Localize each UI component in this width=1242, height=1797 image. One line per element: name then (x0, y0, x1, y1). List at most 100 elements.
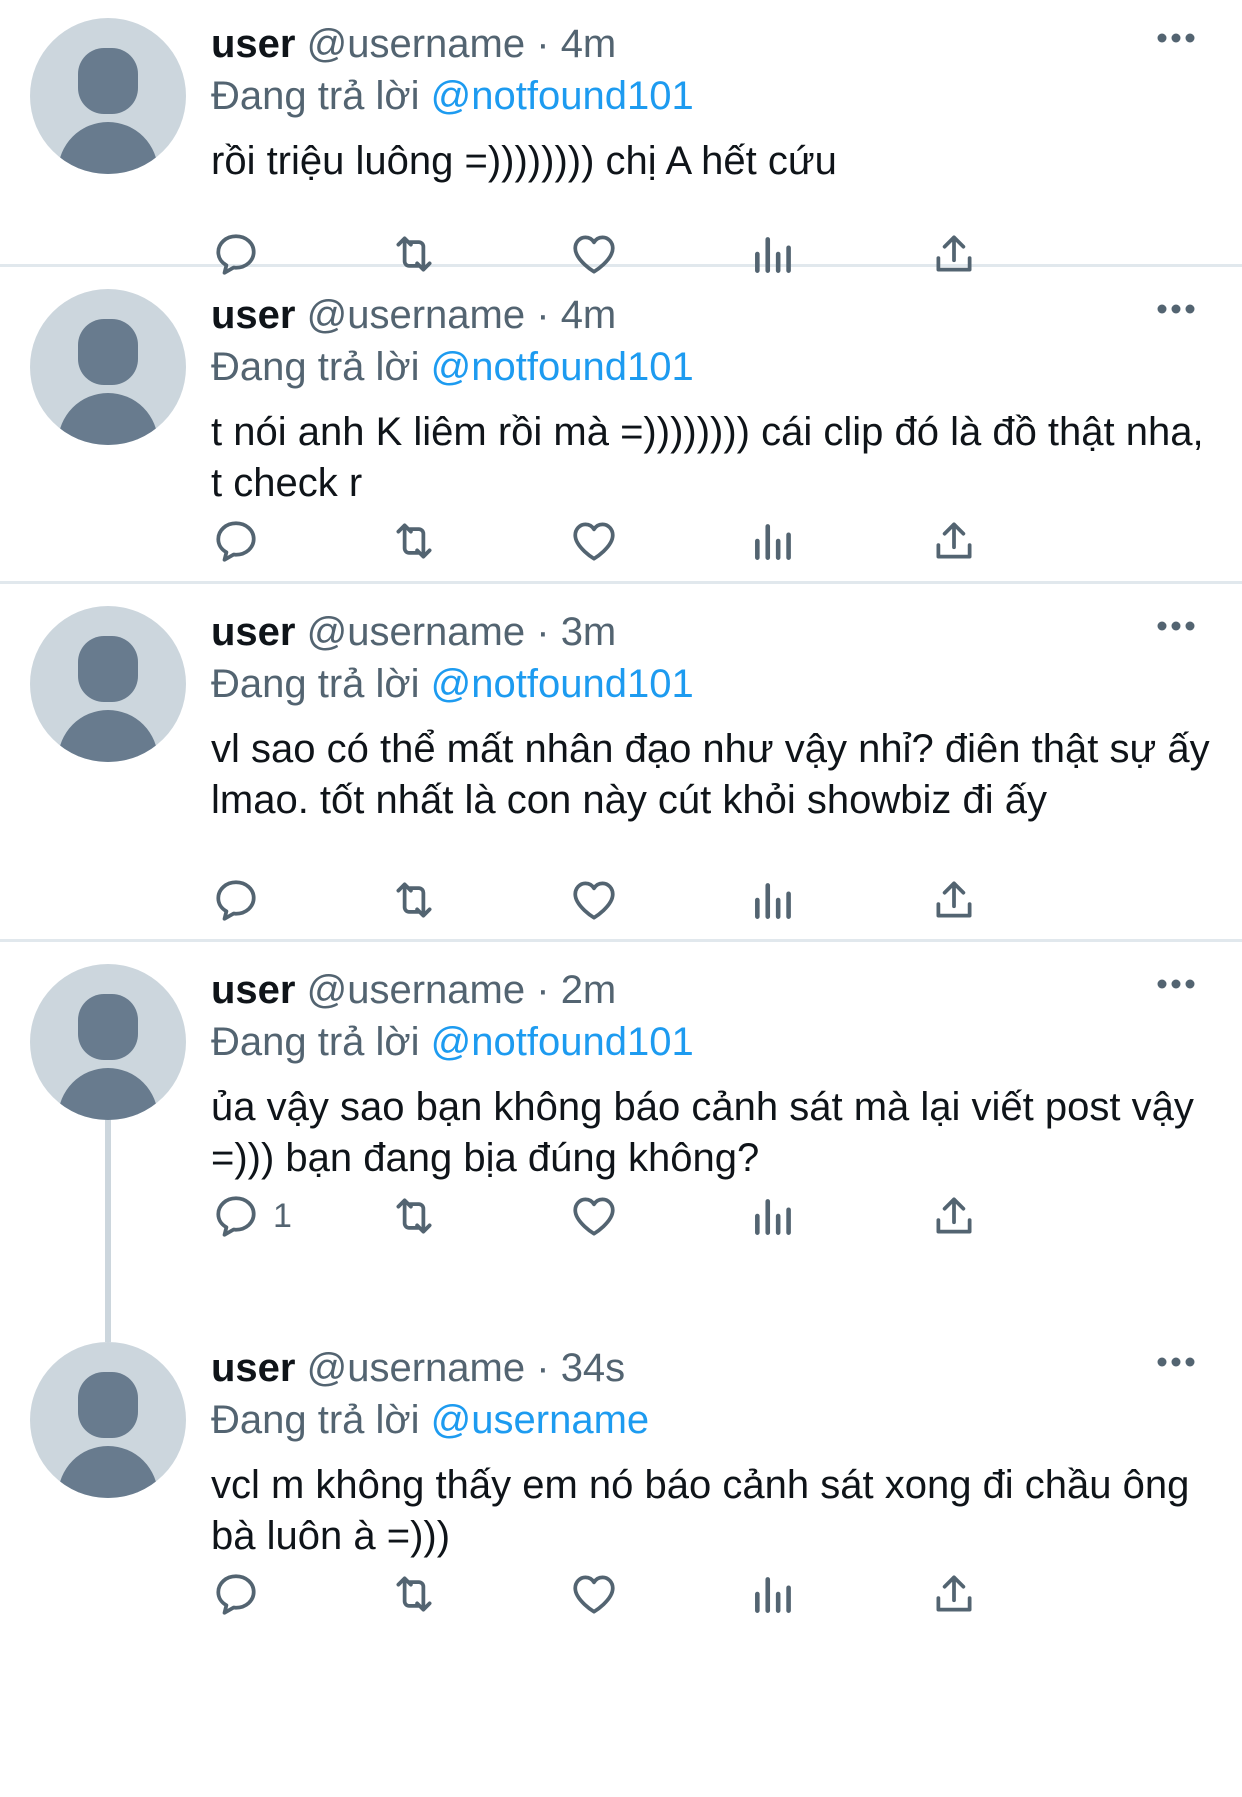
retweet-icon (396, 882, 432, 918)
user-handle[interactable]: @username (307, 610, 525, 654)
replying-to-label: Đang trả lời (211, 74, 420, 118)
display-name[interactable]: user (211, 293, 296, 337)
tweet-text: vcl m không thấy em nó báo cảnh sát xong… (211, 1463, 1190, 1558)
display-name[interactable]: user (211, 610, 296, 654)
share-icon (936, 881, 972, 918)
timestamp[interactable]: 2m (561, 968, 617, 1012)
avatar[interactable] (30, 289, 186, 445)
tweet[interactable]: user @username · 3m Đang trả lời @notfou… (0, 584, 1242, 942)
reply-button[interactable] (211, 513, 273, 569)
share-button[interactable] (929, 513, 979, 569)
user-handle[interactable]: @username (307, 968, 525, 1012)
like-button[interactable] (569, 513, 619, 569)
views-icon (755, 1199, 791, 1235)
avatar[interactable] (30, 606, 186, 762)
mention-link[interactable]: @notfound101 (431, 345, 694, 389)
mention-link[interactable]: @notfound101 (431, 74, 694, 118)
thread-connector (105, 1118, 111, 1320)
more-icon[interactable] (1156, 30, 1196, 46)
like-icon (573, 1197, 615, 1236)
like-button[interactable] (569, 872, 619, 928)
user-handle[interactable]: @username (307, 22, 525, 66)
views-icon (755, 1577, 791, 1613)
retweet-button[interactable] (389, 1566, 439, 1622)
retweet-button[interactable] (389, 872, 439, 928)
replying-to: Đang trả lời @notfound101 (211, 341, 1212, 393)
replying-to: Đang trả lời @notfound101 (211, 70, 1212, 122)
tweet[interactable]: user @username · 4m Đang trả lời @notfou… (0, 267, 1242, 584)
avatar-body (58, 393, 158, 445)
replying-to-label: Đang trả lời (211, 1398, 420, 1442)
avatar[interactable] (30, 964, 186, 1120)
action-bar: 1 (211, 1188, 1131, 1248)
separator-dot: · (536, 1346, 550, 1390)
user-handle[interactable]: @username (307, 293, 525, 337)
replying-to: Đang trả lời @notfound101 (211, 658, 1212, 710)
views-button[interactable] (749, 1188, 799, 1244)
reply-button[interactable] (211, 872, 273, 928)
replying-to: Đang trả lời @notfound101 (211, 1016, 1212, 1068)
replying-to-label: Đang trả lời (211, 345, 420, 389)
reply-button[interactable] (211, 1566, 273, 1622)
tweet-header: user @username · 3m (211, 606, 1212, 658)
avatar-body (58, 1068, 158, 1120)
mention-link[interactable]: @username (431, 1398, 649, 1442)
timestamp[interactable]: 4m (561, 22, 617, 66)
reply-icon (216, 880, 256, 921)
display-name[interactable]: user (211, 1346, 296, 1390)
tweet-text: t nói anh K liêm rồi mà =)))))))) cái cl… (211, 410, 1204, 505)
more-icon[interactable] (1156, 301, 1196, 317)
replying-to: Đang trả lời @username (211, 1394, 1212, 1446)
avatar-head (78, 636, 138, 702)
like-icon (573, 522, 615, 561)
share-button[interactable] (929, 872, 979, 928)
avatar-body (58, 1446, 158, 1498)
action-bar (211, 872, 1131, 932)
avatar-head (78, 48, 138, 114)
like-icon (573, 881, 615, 920)
action-bar (211, 513, 1131, 573)
share-button[interactable] (929, 1566, 979, 1622)
timestamp[interactable]: 4m (561, 293, 617, 337)
tweet-content: user @username · 3m Đang trả lời @notfou… (211, 606, 1212, 826)
tweet[interactable]: user @username · 2m Đang trả lời @notfou… (0, 942, 1242, 1320)
more-icon[interactable] (1156, 976, 1196, 992)
avatar[interactable] (30, 1342, 186, 1498)
tweet-text: vl sao có thể mất nhân đạo như vậy nhỉ? … (211, 727, 1210, 822)
user-handle[interactable]: @username (307, 1346, 525, 1390)
like-icon (573, 1575, 615, 1614)
avatar-head (78, 994, 138, 1060)
like-button[interactable] (569, 1188, 619, 1244)
tweet-header: user @username · 2m (211, 964, 1212, 1016)
more-icon[interactable] (1156, 618, 1196, 634)
tweet-content: user @username · 2m Đang trả lời @notfou… (211, 964, 1212, 1184)
timestamp[interactable]: 3m (561, 610, 617, 654)
display-name[interactable]: user (211, 968, 296, 1012)
tweet[interactable]: user @username · 34s Đang trả lời @usern… (0, 1320, 1242, 1797)
retweet-button[interactable] (389, 1188, 439, 1244)
share-button[interactable] (929, 1188, 979, 1244)
separator-dot: · (536, 293, 550, 337)
retweet-icon (396, 523, 432, 559)
tweet-header: user @username · 4m (211, 18, 1212, 70)
reply-count: 1 (273, 1196, 292, 1235)
mention-link[interactable]: @notfound101 (431, 1020, 694, 1064)
views-button[interactable] (749, 513, 799, 569)
views-button[interactable] (749, 1566, 799, 1622)
action-bar (211, 1566, 1131, 1626)
avatar-head (78, 1372, 138, 1438)
tweet[interactable]: user @username · 4m Đang trả lời @notfou… (0, 0, 1242, 275)
tweet-content: user @username · 4m Đang trả lời @notfou… (211, 289, 1212, 509)
like-button[interactable] (569, 1566, 619, 1622)
display-name[interactable]: user (211, 22, 296, 66)
mention-link[interactable]: @notfound101 (431, 662, 694, 706)
timestamp[interactable]: 34s (561, 1346, 626, 1390)
avatar[interactable] (30, 18, 186, 174)
views-button[interactable] (749, 872, 799, 928)
retweet-button[interactable] (389, 513, 439, 569)
separator-dot: · (536, 610, 550, 654)
more-icon[interactable] (1156, 1354, 1196, 1370)
tweet-content: user @username · 4m Đang trả lời @notfou… (211, 18, 1212, 187)
avatar-head (78, 319, 138, 385)
reply-button[interactable]: 1 (211, 1188, 292, 1244)
